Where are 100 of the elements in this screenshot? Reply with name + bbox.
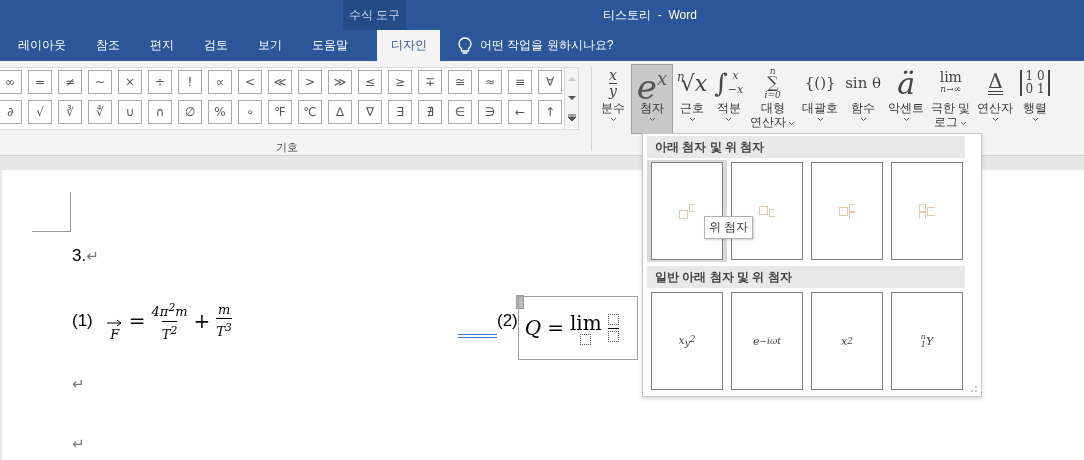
symbol-button[interactable]: < [238,70,262,94]
placeholder-icon [759,203,775,219]
symbol-button[interactable]: ∀ [538,70,562,94]
symbol-button[interactable]: % [208,100,232,124]
math-variable: Q [524,316,542,340]
tooltip: 위 첨자 [704,216,754,239]
context-tab-group: 수식 도구 [343,0,406,30]
symbol-button[interactable]: √ [28,100,52,124]
drag-handle-icon[interactable] [515,295,524,309]
symbol-button[interactable]: ∩ [148,100,172,124]
symbol-button[interactable]: ← [508,100,532,124]
symbol-button[interactable]: ∆ [328,100,352,124]
group-label: 기호 [275,140,299,155]
symbol-button[interactable]: ∄ [418,100,442,124]
section-header: 아래 첨자 및 위 첨자 [647,136,965,158]
chevron-icon [960,120,968,126]
symbol-button[interactable]: ∪ [118,100,142,124]
ribbon-tab[interactable]: 보기 [243,30,297,61]
symbol-button[interactable]: ∅ [178,100,202,124]
symbol-button[interactable]: ≤ [358,70,382,94]
symbol-button[interactable]: ∋ [478,100,502,124]
symbol-button[interactable]: ∇ [358,100,382,124]
structure-button[interactable]: sin θ 함수 [842,64,885,134]
structure-button[interactable]: n ∑ i=0 대형 연산자 [747,64,799,134]
fraction: 4π$^{2}$m T$^{2}$ [151,300,188,343]
chevron-icon [902,117,910,122]
vector-variable: F [106,318,123,342]
ribbon-tab[interactable]: 검토 [189,30,243,61]
resize-grip-icon[interactable] [971,386,977,392]
structure-button[interactable]: {()} 대괄호 [799,64,842,134]
ribbon-tab[interactable]: 디자인 [377,30,440,61]
symbol-button[interactable]: ≈ [478,70,502,94]
more-icon[interactable] [565,108,578,128]
crop-mark [32,192,71,232]
fraction: m T$^{3}$ [216,301,232,341]
chevron-icon [991,117,999,122]
symbol-button[interactable]: ∘ [238,100,262,124]
symbol-button[interactable]: > [298,70,322,94]
paragraph-mark: ↵ [72,375,85,393]
symbol-button[interactable]: ∝ [208,70,232,94]
chevron-icon [788,120,796,126]
symbol-button[interactable]: ∓ [418,70,442,94]
window-title: 티스토리 - Word [602,6,698,24]
equation-number: (1) [72,311,93,331]
structure-button[interactable]: lim n→∞ 극한 및 로그 [928,64,974,134]
symbol-button[interactable]: ~ [88,70,112,94]
chevron-icon [816,117,824,122]
math-symbol: + [193,309,211,333]
symbol-button[interactable]: ≠ [58,70,82,94]
placeholder-icon [679,203,695,219]
placeholder-icon [839,203,855,219]
chevron-icon [648,117,656,122]
structure-button[interactable]: x y 분수 [596,64,630,134]
gallery-item[interactable] [647,160,727,262]
symbol-button[interactable]: × [118,70,142,94]
placeholder-icon [580,333,592,345]
paragraph-mark: ↵ [86,247,99,265]
ribbon-tab[interactable]: 도움말 [297,30,363,61]
section-header: 일반 아래 첨자 및 위 첨자 [647,266,965,288]
math-symbol: = [547,316,564,340]
symbol-button[interactable]: ∂ [0,100,22,124]
tell-me-field[interactable]: 어떤 작업을 원하시나요? [480,37,614,54]
symbol-button[interactable]: ℃ [298,100,322,124]
math-symbol: = [128,309,146,333]
placeholder-icon [607,314,619,325]
symbol-button[interactable]: ∛ [58,100,82,124]
structure-button[interactable]: $^{n}$√x 근호 [674,64,711,134]
chevron-icon [1031,117,1039,122]
structure-button[interactable]: 1 0 0 1 행렬 [1017,64,1053,134]
equation-number: (2) [497,311,518,331]
ribbon-tab[interactable]: 편지 [135,30,189,61]
symbol-button[interactable]: ∞ [0,70,22,94]
ribbon-tab[interactable]: 참조 [81,30,135,61]
symbol-button[interactable]: ≫ [328,70,352,94]
chevron-icon [725,117,733,122]
symbol-button[interactable]: ≡ [508,70,532,94]
chevron-icon [688,117,696,122]
placeholder-icon [607,331,619,342]
symbol-button[interactable]: ↑ [538,100,562,124]
symbol-button[interactable]: ≪ [268,70,292,94]
symbol-button[interactable]: ∃ [388,100,412,124]
symbol-button[interactable]: ≥ [388,70,412,94]
symbol-button[interactable]: ℉ [268,100,292,124]
ribbon-tab[interactable]: 레이아웃 [3,30,81,61]
paragraph-mark: ↵ [72,435,85,453]
heading-number: 3. [72,246,87,266]
chevron-icon [609,117,617,122]
structure-button[interactable]: ä 악센트 [885,64,928,134]
symbol-button[interactable]: ! [178,70,202,94]
placeholder-icon [919,203,935,219]
chevron-icon [859,117,867,122]
symbol-button[interactable]: ÷ [148,70,172,94]
symbol-button[interactable]: = [28,70,52,94]
lightbulb-icon [458,36,472,55]
symbol-button[interactable]: ≅ [448,70,472,94]
symbol-button[interactable]: ∈ [448,100,472,124]
math-function: lim [569,311,602,334]
equation-box[interactable]: Q = lim [517,296,638,360]
symbol-button[interactable]: ∜ [88,100,112,124]
structure-button[interactable]: e$^{x}$ 첨자 [631,64,673,134]
